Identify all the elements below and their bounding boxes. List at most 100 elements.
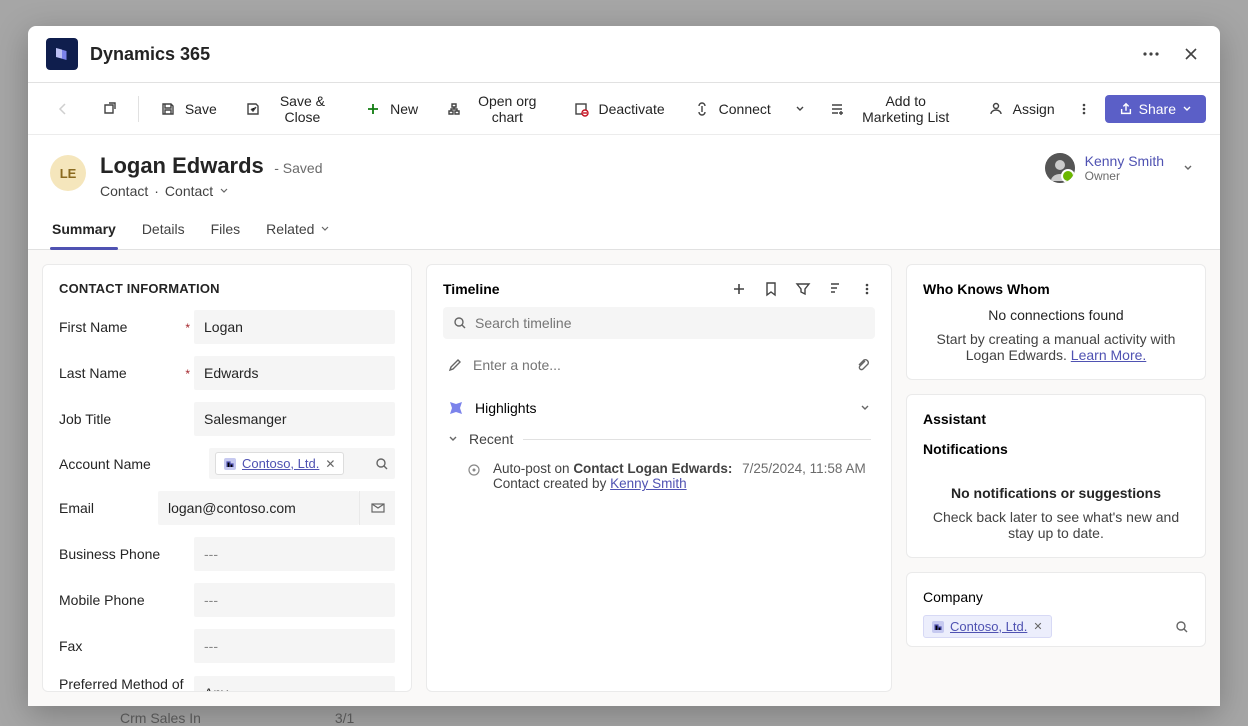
connect-dropdown[interactable] [787,94,813,124]
timeline-section: Timeline Highlights [426,264,892,692]
record-name: Logan Edwards [100,153,264,178]
form-tabs: Summary Details Files Related [28,199,1220,250]
lastname-input[interactable] [194,356,395,390]
who-title: Who Knows Whom [923,281,1189,297]
assistant-section: Assistant Notifications No notifications… [906,394,1206,558]
mobilephone-label: Mobile Phone [59,592,194,608]
tab-related[interactable]: Related [264,213,332,249]
search-icon [453,316,467,330]
who-hint: Start by creating a manual activity with… [923,331,1189,363]
back-button[interactable] [42,94,84,124]
open-org-chart-button[interactable]: Open org chart [434,87,556,131]
app-title: Dynamics 365 [90,44,1128,65]
remove-chip-icon[interactable]: ✕ [1033,620,1042,633]
share-button[interactable]: Share [1105,95,1206,123]
assistant-title: Assistant [923,411,1189,427]
preferredmethod-input[interactable] [194,676,395,692]
who-empty: No connections found [923,307,1189,323]
arrow-left-icon [54,100,72,118]
timeline-bookmark-icon[interactable] [763,281,779,297]
timeline-add-icon[interactable] [731,281,747,297]
save-icon [159,100,177,118]
remove-chip-icon[interactable]: ✕ [325,457,335,471]
businessphone-input[interactable] [194,537,395,571]
timeline-post[interactable]: Auto-post on Contact Logan Edwards: 7/25… [443,453,875,495]
connect-button[interactable]: Connect [681,94,783,124]
search-icon[interactable] [1175,620,1189,634]
separator [138,96,139,122]
more-vertical-icon [1075,100,1093,118]
firstname-input[interactable] [194,310,395,344]
contact-info-section: CONTACT INFORMATION First Name Last Name… [42,264,412,692]
chevron-down-icon[interactable] [219,186,229,196]
modal-header: Dynamics 365 [28,26,1220,83]
timeline-search[interactable] [443,307,875,339]
overflow-button[interactable] [1071,94,1097,124]
marketing-list-icon [829,100,845,118]
highlights-icon [447,399,465,417]
org-chart-icon [446,100,462,118]
more-options-icon[interactable] [1140,43,1162,65]
assign-icon [987,100,1005,118]
deactivate-icon [572,100,590,118]
timeline-note-row[interactable] [443,349,875,381]
timeline-more-icon[interactable] [859,281,875,297]
tab-details[interactable]: Details [140,213,187,249]
owner-role: Owner [1085,169,1164,183]
post-user-link[interactable]: Kenny Smith [610,476,687,491]
assign-button[interactable]: Assign [975,94,1067,124]
tab-files[interactable]: Files [209,213,243,249]
share-icon [1119,102,1133,116]
chevron-down-icon[interactable] [859,402,871,414]
email-label: Email [59,500,158,516]
businessphone-label: Business Phone [59,546,194,562]
popout-button[interactable] [88,94,130,124]
timeline-sort-icon[interactable] [827,281,843,297]
owner-field[interactable]: Kenny Smith Owner [1045,153,1194,183]
chevron-down-icon [447,433,459,445]
save-button[interactable]: Save [147,94,229,124]
notifications-hint: Check back later to see what's new and s… [923,509,1189,541]
pencil-icon [447,357,463,373]
highlights-row[interactable]: Highlights [443,391,875,425]
save-close-button[interactable]: Save & Close [233,87,348,131]
fax-label: Fax [59,638,194,654]
email-input[interactable] [158,491,359,525]
tab-summary[interactable]: Summary [50,213,118,249]
dynamics-modal: Dynamics 365 Save Save & Close New [28,26,1220,706]
accountname-lookup[interactable]: Contoso, Ltd. ✕ [209,448,395,479]
form-body: CONTACT INFORMATION First Name Last Name… [28,250,1220,706]
record-save-status: - Saved [274,160,322,176]
chevron-down-icon[interactable] [1182,162,1194,174]
jobtitle-input[interactable] [194,402,395,436]
connect-icon [693,100,711,118]
accountname-label: Account Name [59,456,209,472]
form-name[interactable]: Contact [165,183,213,199]
chevron-down-icon [320,224,330,234]
mobilephone-input[interactable] [194,583,395,617]
fax-input[interactable] [194,629,395,663]
plus-icon [364,100,382,118]
close-icon[interactable] [1180,43,1202,65]
command-bar: Save Save & Close New Open org chart Dea… [28,83,1220,135]
popout-icon [100,100,118,118]
new-button[interactable]: New [352,94,430,124]
background-nav-item: Crm Sales In 3/1 [0,710,354,726]
entity-type: Contact [100,183,148,199]
entity-icon [224,458,236,470]
recent-header[interactable]: Recent [443,425,875,453]
deactivate-button[interactable]: Deactivate [560,94,676,124]
account-chip[interactable]: Contoso, Ltd. ✕ [215,452,344,475]
attachment-icon[interactable] [855,357,871,373]
search-icon[interactable] [375,457,389,471]
company-chip[interactable]: Contoso, Ltd. ✕ [923,615,1052,638]
add-marketing-list-button[interactable]: Add to Marketing List [817,87,971,131]
company-section: Company Contoso, Ltd. ✕ [906,572,1206,647]
owner-avatar [1045,153,1075,183]
chevron-down-icon [791,100,809,118]
timeline-note-input[interactable] [473,357,845,373]
timeline-filter-icon[interactable] [795,281,811,297]
email-action-icon[interactable] [359,491,395,525]
learn-more-link[interactable]: Learn More. [1071,347,1146,363]
timeline-search-input[interactable] [475,315,865,331]
